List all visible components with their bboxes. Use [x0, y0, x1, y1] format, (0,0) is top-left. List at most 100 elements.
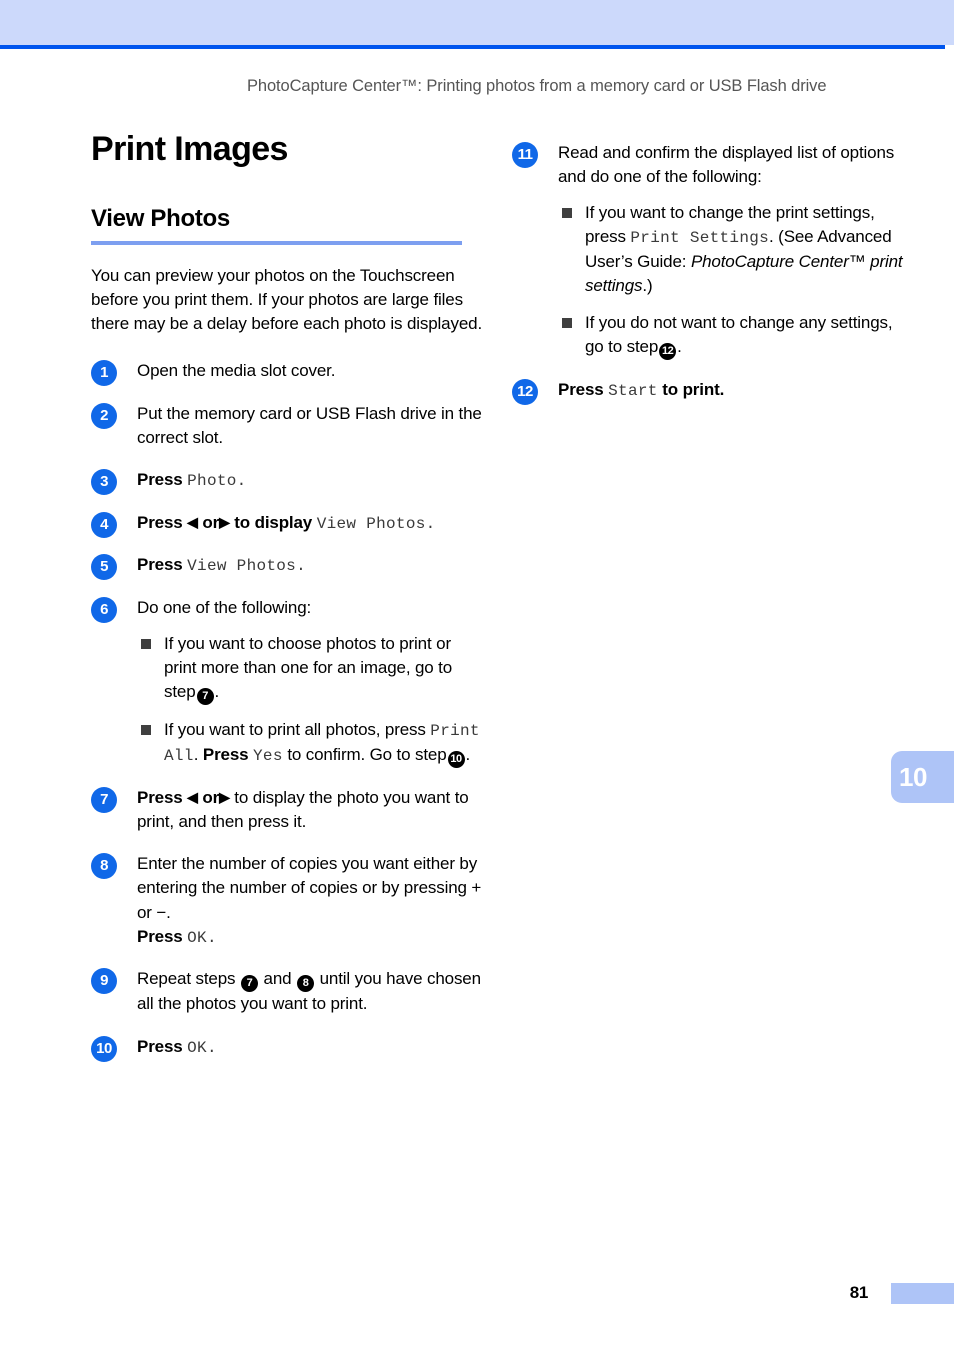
intro-paragraph: You can preview your photos on the Touch… [91, 266, 483, 334]
to-display-label: to display [234, 512, 313, 532]
step-9-part1: Repeat steps [137, 969, 236, 989]
period: . [206, 1038, 217, 1057]
bullet-item: If you do not want to change any setting… [558, 311, 907, 361]
press-label: Press [137, 555, 183, 575]
footer-accent-block [891, 1283, 954, 1304]
step-marker-2: 2 [91, 402, 117, 429]
left-arrow-icon: ◀ [187, 789, 198, 806]
step-5-text: Press View Photos. [137, 552, 486, 578]
step-5: 5 Press View Photos. [91, 552, 486, 581]
step-11-lead: Read and confirm the displayed list of o… [558, 143, 895, 187]
step-11-text: Read and confirm the displayed list of o… [558, 140, 907, 361]
step-marker-5: 5 [91, 554, 117, 581]
command-print-settings: Print Settings [630, 229, 770, 248]
step-3-text: Press Photo. [137, 467, 486, 493]
chapter-number: 10 [899, 762, 927, 792]
step-8: 8 Enter the number of copies you want ei… [91, 851, 486, 949]
step-marker-12: 12 [512, 379, 538, 406]
bullet-text-sep: . [193, 745, 199, 765]
period: . [206, 928, 217, 947]
step-1: 1 Open the media slot cover. [91, 358, 486, 387]
section-title-rule [91, 241, 462, 246]
section-title: View Photos [91, 204, 230, 232]
step-11: 11 Read and confirm the displayed list o… [512, 140, 907, 361]
step-7-text: Press ◀ or▶ to display the photo you wan… [137, 785, 486, 834]
step-12-rest: to print. [662, 380, 725, 400]
bullet-item: If you want to choose photos to print or… [137, 632, 486, 706]
period: . [236, 471, 247, 490]
step-1-text: Open the media slot cover. [137, 361, 336, 381]
or-label: or [202, 788, 220, 808]
step-marker-8: 8 [91, 853, 117, 880]
step-12: 12 Press Start to print. [512, 377, 907, 406]
command-photo: Photo [187, 471, 237, 490]
step-6-lead: Do one of the following: [137, 597, 312, 617]
header-band [0, 0, 954, 45]
step-marker-3: 3 [91, 468, 117, 495]
square-bullet-icon [562, 208, 572, 219]
step-marker-1: 1 [91, 360, 117, 387]
chapter-tab: 10 [891, 751, 954, 803]
step-9: 9 Repeat steps 7 and 8 until you have ch… [91, 966, 486, 1016]
step-4-text: Press ◀ or▶ to display View Photos. [137, 510, 486, 536]
square-bullet-icon [141, 639, 151, 650]
press-label: Press [202, 745, 249, 765]
header-rule [0, 45, 945, 49]
bullet-item: If you want to print all photos, press P… [137, 718, 486, 769]
left-arrow-icon: ◀ [187, 513, 198, 530]
page-title: Print Images [91, 130, 288, 168]
bullet-text-tail: . [465, 745, 471, 765]
step-10: 10 Press OK. [91, 1034, 486, 1062]
step-6: 6 Do one of the following: If you want t… [91, 595, 486, 769]
step-12-text: Press Start to print. [558, 377, 907, 403]
step-11-bullets: If you want to change the print settings… [558, 201, 907, 361]
step-reference-icon: 7 [240, 975, 258, 993]
step-7: 7 Press ◀ or▶ to display the photo you w… [91, 785, 486, 834]
right-arrow-icon: ▶ [219, 513, 230, 530]
press-label: Press [558, 380, 604, 400]
step-3: 3 Press Photo. [91, 467, 486, 495]
bullet-text-tail: . [677, 337, 682, 357]
command-ok: OK [187, 1038, 207, 1057]
bullet-text: If you want to print all photos, press [164, 720, 426, 740]
step-8-text: Enter the number of copies you want eith… [137, 851, 486, 949]
right-arrow-icon: ▶ [219, 789, 230, 806]
step-10-text: Press OK. [137, 1034, 486, 1060]
page-number: 81 [849, 1283, 869, 1302]
bullet-item: If you want to change the print settings… [558, 201, 907, 298]
running-header-caption: PhotoCapture Center™: Printing photos fr… [247, 77, 827, 95]
press-label: Press [137, 512, 183, 532]
press-label: Press [137, 788, 183, 808]
left-column: Print Images View Photos You can preview… [91, 130, 486, 1076]
step-marker-9: 9 [91, 968, 117, 995]
press-label: Press [137, 469, 183, 489]
press-label: Press [137, 1036, 183, 1056]
command-view-photos: View Photos [187, 557, 297, 576]
bullet-text-tail: .) [642, 276, 653, 296]
step-marker-10: 10 [91, 1035, 117, 1062]
period: . [425, 514, 436, 533]
bullet-text: If you do not want to change any setting… [585, 313, 893, 357]
step-marker-6: 6 [91, 596, 117, 623]
period: . [296, 557, 306, 576]
right-column: 11 Read and confirm the displayed list o… [512, 140, 907, 420]
step-reference-icon: 12 [659, 343, 677, 361]
step-9-text: Repeat steps 7 and 8 until you have chos… [137, 966, 486, 1016]
bullet-text-mid: to confirm. Go to step [287, 745, 447, 765]
press-label: Press [137, 926, 183, 946]
step-2: 2 Put the memory card or USB Flash drive… [91, 401, 486, 450]
step-6-bullets: If you want to choose photos to print or… [137, 632, 486, 769]
command-start: Start [608, 382, 658, 401]
square-bullet-icon [141, 725, 151, 736]
or-label: or [202, 512, 220, 532]
step-6-text: Do one of the following: If you want to … [137, 595, 486, 769]
step-reference-icon: 10 [447, 751, 465, 769]
square-bullet-icon [562, 318, 572, 329]
step-reference-icon: 7 [196, 688, 214, 706]
and-label: and [263, 969, 292, 989]
step-marker-11: 11 [512, 142, 538, 168]
bullet-text-tail: . [214, 682, 220, 702]
command-ok: OK [187, 928, 207, 947]
step-marker-7: 7 [91, 787, 117, 814]
command-yes: Yes [253, 747, 283, 766]
